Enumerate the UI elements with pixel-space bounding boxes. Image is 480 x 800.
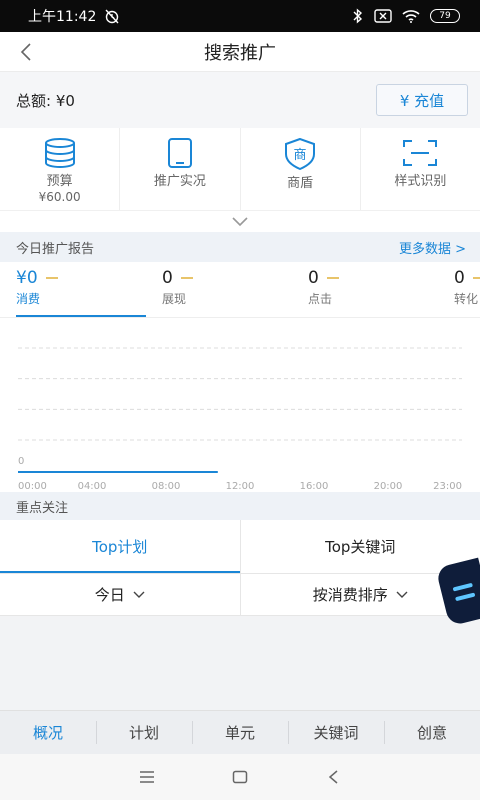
tile-shield[interactable]: 商 商盾 <box>241 128 361 210</box>
metric-conversions[interactable]: 0 转化 <box>454 262 480 317</box>
trend-chart-svg: 0 00:00 04:00 08:00 12:00 16:00 20:00 23:00 <box>18 347 462 492</box>
bluetooth-icon <box>353 8 363 24</box>
total-amount: 总额: ¥0 <box>16 91 75 110</box>
chart-x-tick-label: 00:00 <box>18 481 47 492</box>
chevron-left-icon <box>20 43 31 61</box>
page-title: 搜索推广 <box>204 42 276 64</box>
tile-style-recognition[interactable]: 样式识别 <box>361 128 480 210</box>
tile-budget-label: 预算 <box>46 174 73 189</box>
robot-icon <box>452 582 473 592</box>
metric-impressions-value: 0 <box>162 268 173 288</box>
chart-x-tick-label: 16:00 <box>300 481 329 492</box>
tile-shield-label: 商盾 <box>287 176 314 191</box>
chart-x-tick-label: 08:00 <box>152 481 181 492</box>
svg-text:商: 商 <box>294 148 307 163</box>
back-nav-button[interactable] <box>318 762 348 792</box>
sim-off-icon <box>374 9 392 23</box>
tile-budget[interactable]: 预算 ¥60.00 <box>0 128 121 210</box>
status-time: 上午11:42 <box>28 9 97 25</box>
database-icon <box>44 138 75 168</box>
metric-cost-value: ¥0 <box>16 268 38 288</box>
tile-style-recognition-label: 样式识别 <box>394 174 447 189</box>
scan-icon <box>403 140 438 166</box>
chevron-down-icon <box>232 216 248 226</box>
tile-live-status-label: 推广实况 <box>153 174 206 189</box>
metric-clicks[interactable]: 0 点击 <box>308 262 454 317</box>
menu-icon <box>139 771 154 783</box>
tab-creatives[interactable]: 创意 <box>384 711 480 754</box>
metric-impressions[interactable]: 0 展现 <box>162 262 308 317</box>
metric-cost[interactable]: ¥0 消费 <box>16 262 162 317</box>
focus-header: 重点关注 <box>0 492 480 520</box>
account-total-row: 总额: ¥0 ¥ 充值 <box>0 72 480 128</box>
trend-dash-icon <box>472 277 480 279</box>
shield-icon: 商 <box>285 138 316 170</box>
metric-conversions-value: 0 <box>454 268 465 288</box>
report-header: 今日推广报告 更多数据 > <box>0 232 480 262</box>
date-filter-label: 今日 <box>94 586 125 604</box>
chevron-down-icon <box>133 591 145 598</box>
home-nav-button[interactable] <box>225 762 255 792</box>
chart-x-tick-label: 23:00 <box>433 481 462 492</box>
feature-tiles: 预算 ¥60.00 推广实况 商 商盾 样式识别 <box>0 128 480 210</box>
tablet-icon <box>167 138 192 168</box>
metric-conversions-label: 转化 <box>454 292 479 306</box>
recharge-button[interactable]: ¥ 充值 <box>376 84 468 116</box>
focus-filters: 今日 按消费排序 <box>0 574 480 616</box>
tab-top-keywords[interactable]: Top关键词 <box>239 520 480 573</box>
wifi-icon <box>402 10 420 23</box>
chart-x-tick-label: 20:00 <box>374 481 403 492</box>
back-button[interactable] <box>14 40 38 64</box>
chart-x-tick-label: 04:00 <box>78 481 107 492</box>
chart-x-tick-label: 12:00 <box>226 481 255 492</box>
tile-budget-amount: ¥60.00 <box>38 190 81 204</box>
battery-icon: 79 <box>430 9 460 23</box>
metric-impressions-label: 展现 <box>162 292 187 306</box>
tab-keywords[interactable]: 关键词 <box>288 711 384 754</box>
tab-plans[interactable]: 计划 <box>96 711 192 754</box>
trend-dash-icon <box>45 277 58 279</box>
tab-top-plans[interactable]: Top计划 <box>0 520 240 573</box>
square-icon <box>232 770 248 784</box>
tab-overview[interactable]: 概况 <box>0 711 96 754</box>
trend-dash-icon <box>326 277 339 279</box>
tile-live-status[interactable]: 推广实况 <box>120 128 241 210</box>
focus-tabs: Top计划 Top关键词 <box>0 520 480 574</box>
expand-toggle[interactable] <box>0 210 480 232</box>
system-nav-bar <box>0 754 480 800</box>
sort-label: 按消费排序 <box>312 586 388 604</box>
assistant-robot-button[interactable] <box>435 557 480 627</box>
tab-units[interactable]: 单元 <box>192 711 288 754</box>
metric-clicks-value: 0 <box>308 268 319 288</box>
trend-dash-icon <box>180 277 193 279</box>
triangle-back-icon <box>329 770 338 784</box>
date-filter-dropdown[interactable]: 今日 <box>0 574 240 615</box>
bottom-tab-bar: 概况 计划 单元 关键词 创意 <box>0 710 480 754</box>
more-data-link[interactable]: 更多数据 > <box>399 238 466 257</box>
chart-y-tick-label: 0 <box>18 456 24 467</box>
menu-nav-button[interactable] <box>132 762 162 792</box>
report-title: 今日推广报告 <box>16 241 95 257</box>
metric-cost-label: 消费 <box>16 292 41 306</box>
metrics-row: ¥0 消费 0 展现 0 点击 0 转化 <box>0 262 480 318</box>
metric-clicks-label: 点击 <box>308 292 333 306</box>
alarm-off-icon <box>105 9 119 24</box>
status-bar: 上午11:42 79 <box>0 0 480 32</box>
chevron-down-icon <box>396 591 408 598</box>
trend-chart: 0 00:00 04:00 08:00 12:00 16:00 20:00 23:00 <box>0 318 480 492</box>
top-bar: 搜索推广 <box>0 32 480 72</box>
